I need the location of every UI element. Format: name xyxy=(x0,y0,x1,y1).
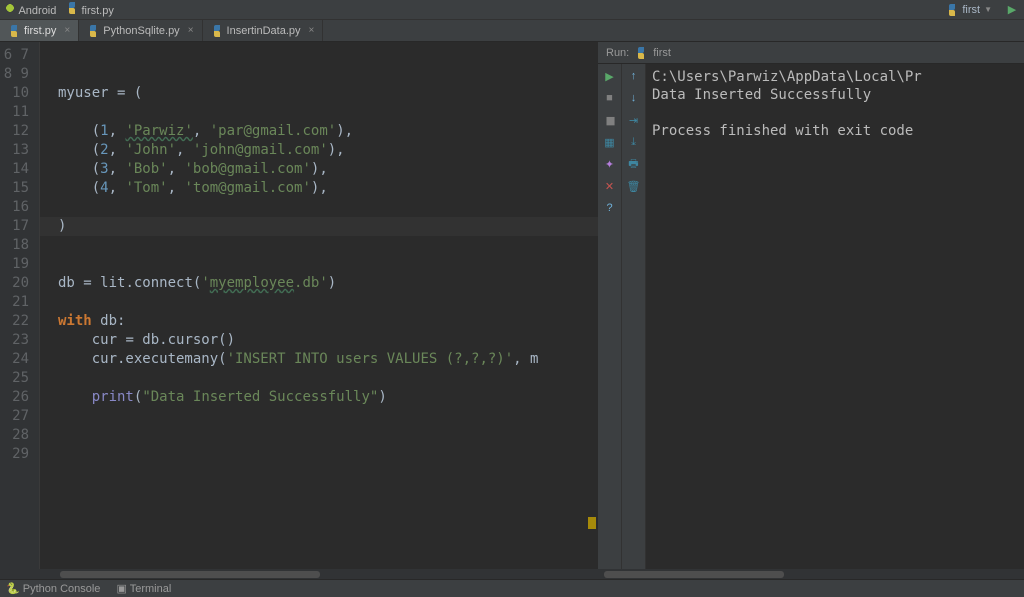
python-icon xyxy=(946,4,958,16)
tab-label: PythonSqlite.py xyxy=(103,25,179,37)
run-tool-window: ▶ ■ ▮▮ ▦ ✦ ✕ ? ↑ ↓ ⇥ ⤓ 🖶 🗑 C:\Users\Parw… xyxy=(598,64,1024,569)
close-icon[interactable]: × xyxy=(64,25,70,36)
tab-first-py[interactable]: first.py × xyxy=(0,20,79,41)
editor-horizontal-scrollbar[interactable] xyxy=(0,569,598,579)
python-icon xyxy=(211,25,223,37)
run-controls: first ▼ ▶ xyxy=(940,2,1020,18)
run-config-selector[interactable]: first ▼ xyxy=(940,3,998,17)
breadcrumb-item[interactable]: Android xyxy=(4,2,56,17)
stop-button[interactable]: ■ xyxy=(602,90,618,106)
code-area[interactable]: myuser = ( (1, 'Parwiz', 'par@gmail.com'… xyxy=(40,42,598,569)
bottom-toolbar: 🐍 Python Console ▣ Terminal xyxy=(0,579,1024,597)
tab-label: first.py xyxy=(24,25,56,37)
down-button[interactable]: ↓ xyxy=(626,90,642,106)
chevron-down-icon: ▼ xyxy=(984,5,992,14)
python-console-tab[interactable]: 🐍 Python Console xyxy=(6,582,100,595)
line-gutter: 6 7 8 9 10 11 12 13 14 15 16 17 18 19 20… xyxy=(0,42,40,569)
run-toolbar-primary: ▶ ■ ▮▮ ▦ ✦ ✕ ? xyxy=(598,64,622,569)
run-button[interactable]: ▶ xyxy=(1004,2,1020,18)
close-button[interactable]: ✕ xyxy=(602,178,618,194)
help-button[interactable]: ? xyxy=(602,200,618,216)
marker-warning xyxy=(588,517,596,529)
up-button[interactable]: ↑ xyxy=(626,68,642,84)
layout-button[interactable]: ▦ xyxy=(602,134,618,150)
python-icon xyxy=(87,25,99,37)
close-icon[interactable]: × xyxy=(309,25,315,36)
tab-insertindata-py[interactable]: InsertinData.py × xyxy=(203,20,324,41)
editor-tabs: first.py × PythonSqlite.py × InsertinDat… xyxy=(0,20,1024,42)
pause-button[interactable]: ▮▮ xyxy=(602,112,618,128)
run-label: Run: xyxy=(606,47,629,59)
breadcrumb: Android first.py xyxy=(4,2,114,17)
run-config-name: first xyxy=(653,47,671,59)
top-navbar: Android first.py first ▼ ▶ xyxy=(0,0,1024,20)
print-button[interactable]: 🖶 xyxy=(626,156,642,172)
python-icon xyxy=(635,47,647,59)
run-tool-header: Run: first xyxy=(598,42,1024,64)
terminal-tab[interactable]: ▣ Terminal xyxy=(116,582,171,595)
clear-button[interactable]: 🗑 xyxy=(626,178,642,194)
run-toolbar-secondary: ↑ ↓ ⇥ ⤓ 🖶 🗑 xyxy=(622,64,646,569)
close-icon[interactable]: × xyxy=(188,25,194,36)
soft-wrap-button[interactable]: ⇥ xyxy=(626,112,642,128)
tab-label: InsertinData.py xyxy=(227,25,301,37)
rerun-button[interactable]: ▶ xyxy=(602,68,618,84)
python-icon xyxy=(8,25,20,37)
console-horizontal-scrollbar[interactable] xyxy=(598,569,1024,579)
tab-pythonsqlite-py[interactable]: PythonSqlite.py × xyxy=(79,20,202,41)
pin-button[interactable]: ✦ xyxy=(602,156,618,172)
breadcrumb-item[interactable]: first.py xyxy=(66,2,113,17)
console-output[interactable]: C:\Users\Parwiz\AppData\Local\Pr Data In… xyxy=(646,64,1024,569)
scroll-end-button[interactable]: ⤓ xyxy=(626,134,642,150)
code-editor[interactable]: 6 7 8 9 10 11 12 13 14 15 16 17 18 19 20… xyxy=(0,42,598,569)
